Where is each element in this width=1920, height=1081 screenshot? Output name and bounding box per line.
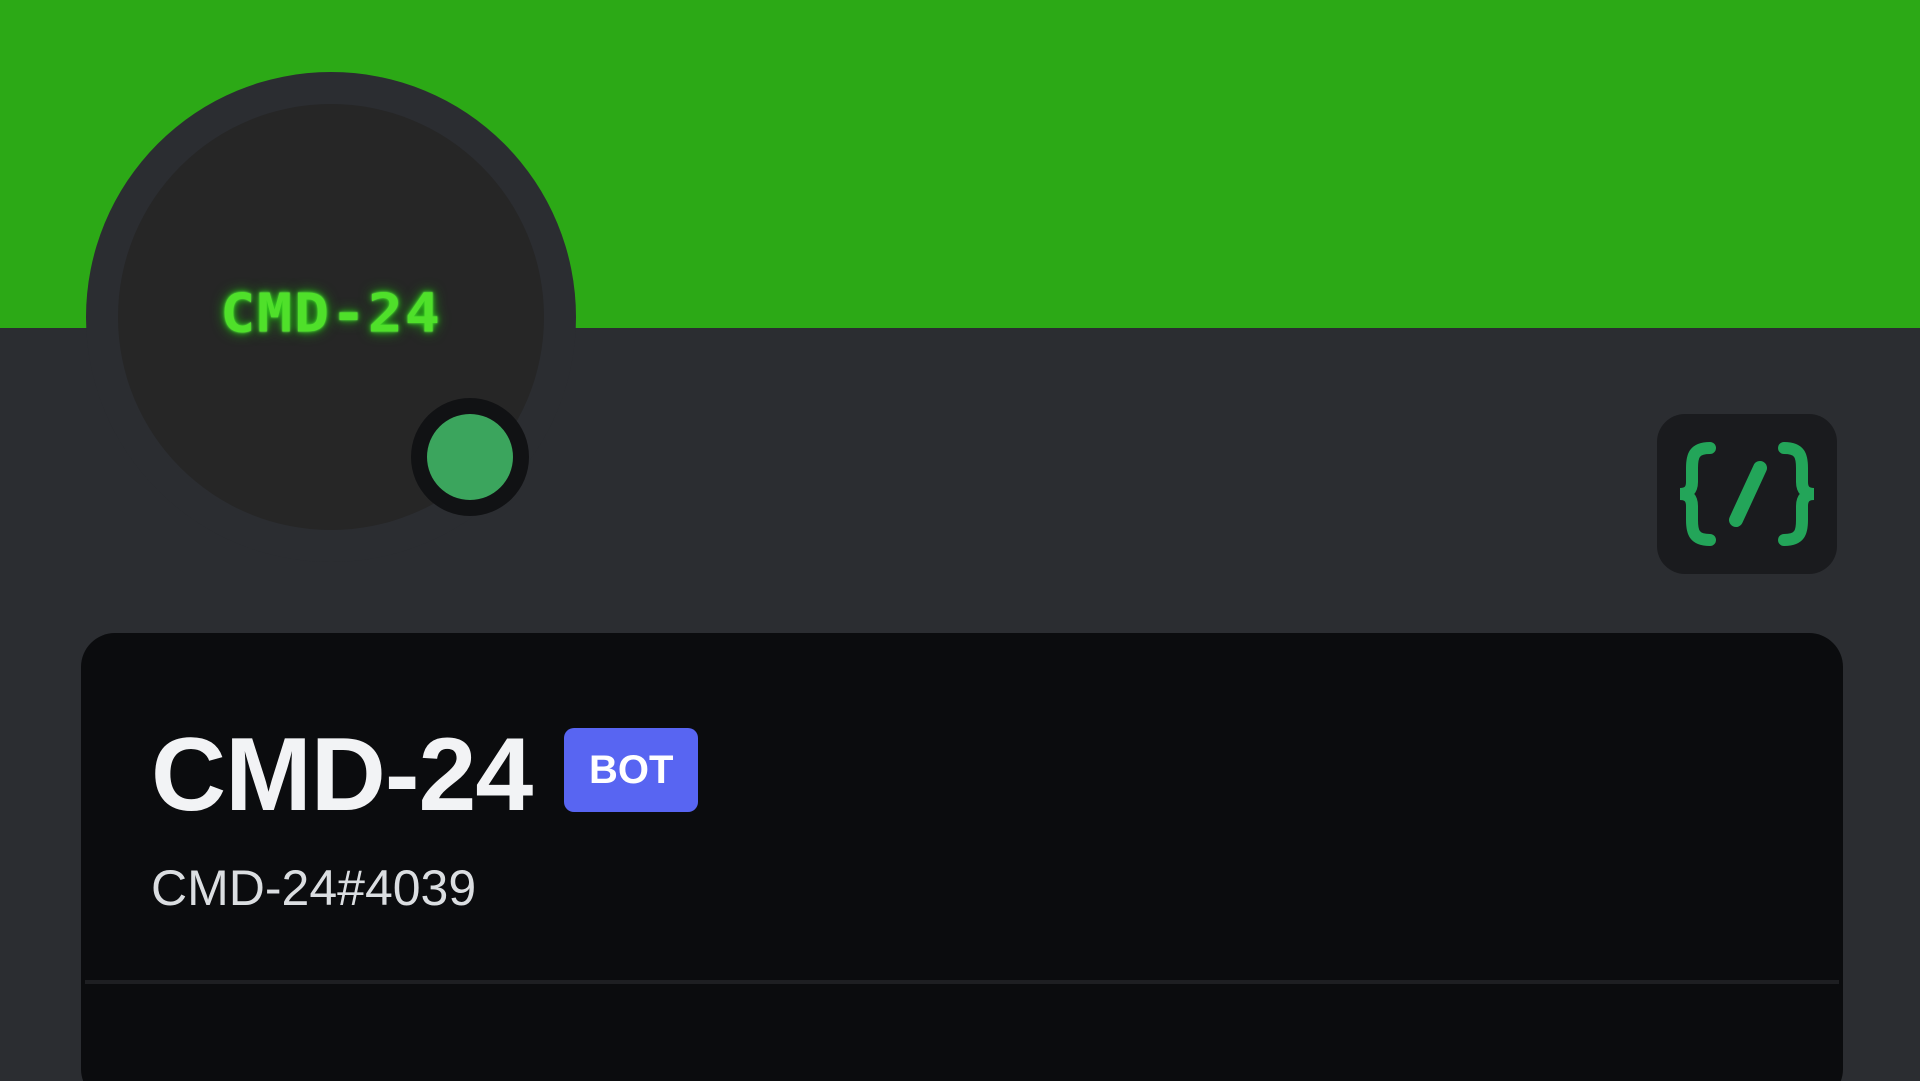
display-name: CMD-24 [151, 717, 533, 833]
slash-commands-badge[interactable] [1657, 414, 1837, 574]
name-row: CMD-24 BOT [151, 717, 699, 833]
profile-info-card: CMD-24 BOT CMD-24#4039 [81, 633, 1843, 1081]
online-status-icon [427, 414, 513, 500]
user-profile-popout: CMD-24 CMD-24 BOT CMD-24#4039 [0, 0, 1920, 1081]
slash-commands-icon [1679, 442, 1815, 546]
avatar-label: CMD-24 [220, 281, 442, 345]
username[interactable]: CMD-24#4039 [151, 859, 476, 917]
bot-tag: BOT [564, 728, 699, 812]
divider [85, 980, 1839, 984]
